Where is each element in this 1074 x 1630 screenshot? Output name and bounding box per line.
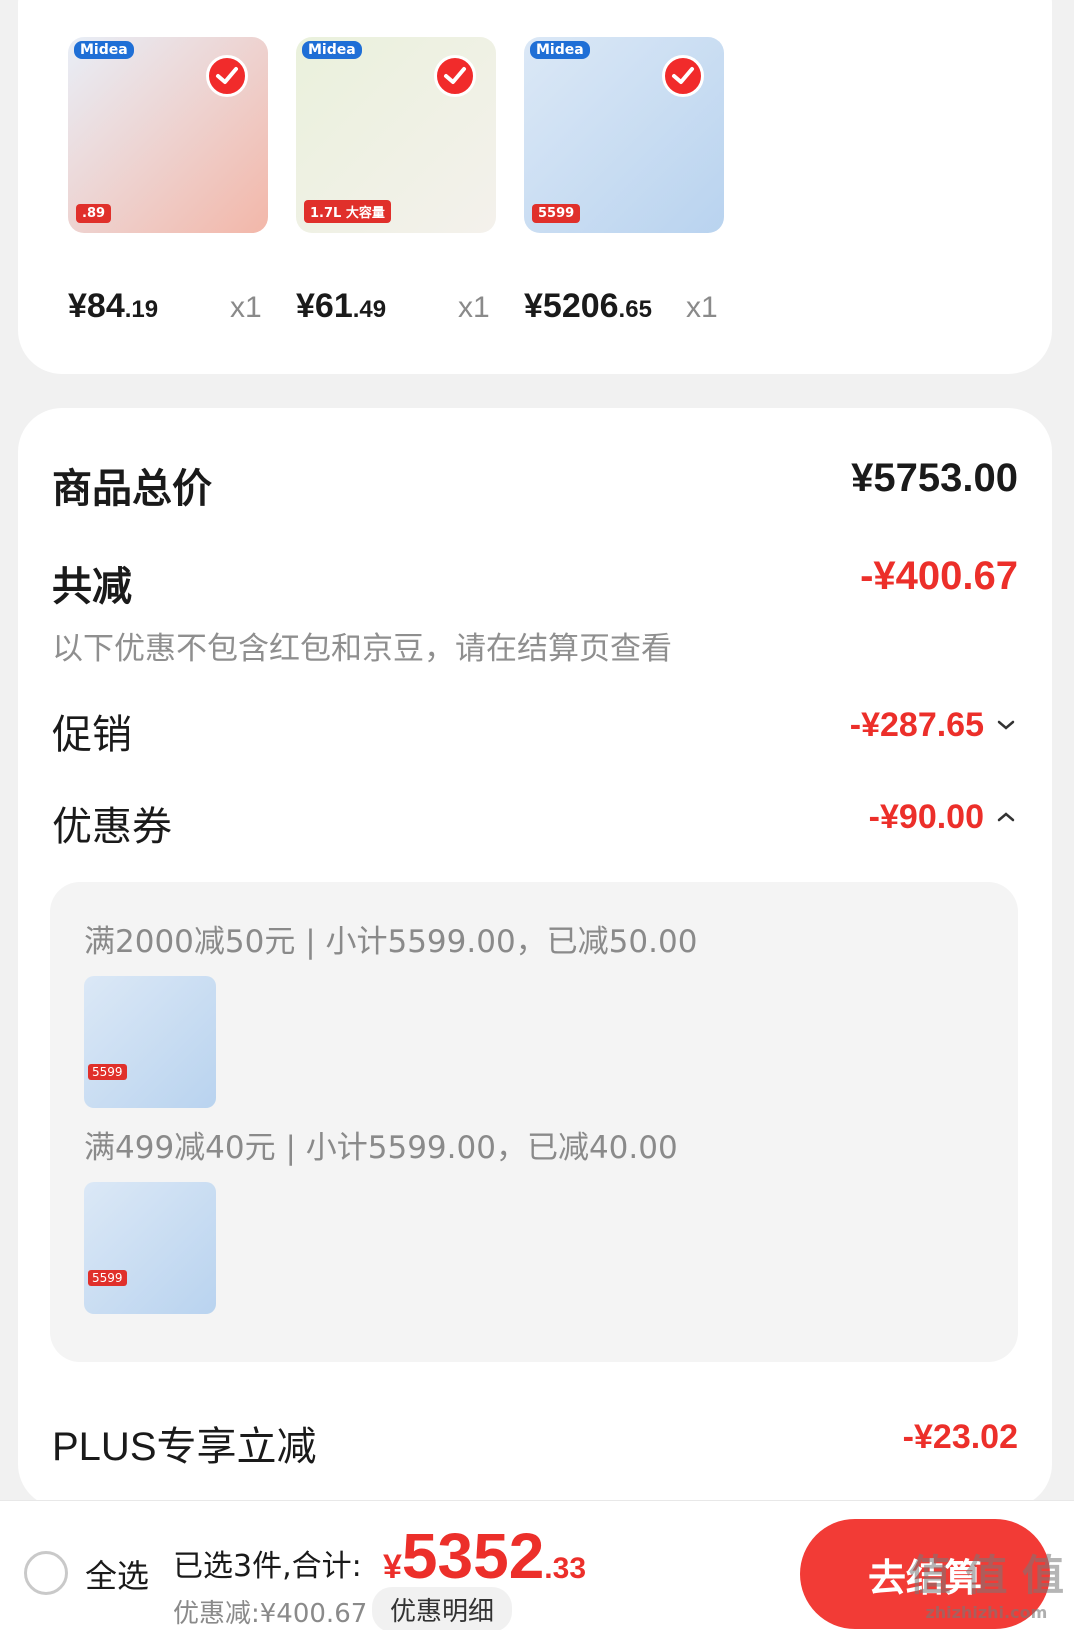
cart-page: Midea .89 ¥84.19 x1 Midea 1.7L 大容量 ¥61.4…	[0, 0, 1074, 1630]
grand-total: ¥5352.33	[383, 1520, 587, 1592]
coupon-row[interactable]: 优惠券 -¥90.00	[52, 794, 1018, 854]
price-row: ¥84.19 x1	[68, 287, 298, 327]
price-summary-card: 商品总价 ¥5753.00 共减 -¥400.67 以下优惠不包含红包和京豆，请…	[18, 408, 1052, 1508]
total-reduce-label: 共减	[52, 564, 132, 610]
coupon-details-box: 满2000减50元 | 小计5599.00，已减50.00 5599 满499减…	[50, 882, 1018, 1362]
selected-count-text: 已选3件,合计:	[173, 1549, 362, 1584]
select-all-checkbox[interactable]	[24, 1551, 68, 1595]
product-price: ¥84.19	[68, 287, 159, 325]
brand-label: Midea	[530, 41, 590, 59]
total-reduce-value: -¥400.67	[860, 554, 1018, 598]
product-item[interactable]: Midea .89 ¥84.19 x1	[68, 37, 268, 325]
product-tag: 1.7L 大容量	[304, 200, 391, 223]
check-icon[interactable]	[434, 55, 476, 97]
product-tag: 5599	[532, 204, 581, 223]
product-tag: 5599	[88, 1270, 127, 1286]
plus-discount-value: -¥23.02	[902, 1418, 1018, 1456]
product-quantity: x1	[686, 291, 718, 324]
product-tag: 5599	[88, 1064, 127, 1080]
checkout-bar: 全选 已选3件,合计: ¥5352.33 优惠减:¥400.67 优惠明细 去结…	[0, 1500, 1074, 1630]
total-price-row: 商品总价 ¥5753.00	[52, 456, 1018, 516]
discount-detail-button[interactable]: 优惠明细	[372, 1587, 513, 1630]
product-price: ¥61.49	[296, 287, 387, 325]
coupon-detail-text: 满499减40元 | 小计5599.00，已减40.00	[84, 1130, 678, 1166]
product-tag: .89	[76, 204, 112, 223]
discount-summary-text: 优惠减:¥400.67	[173, 1599, 368, 1629]
check-icon[interactable]	[662, 55, 704, 97]
coupon-label: 优惠券	[52, 804, 172, 850]
coupon-product-image[interactable]: 5599	[84, 1182, 216, 1314]
total-price-label: 商品总价	[52, 466, 212, 512]
promotion-label: 促销	[52, 712, 132, 758]
chevron-down-icon[interactable]	[994, 710, 1018, 738]
product-item[interactable]: Midea 1.7L 大容量 ¥61.49 x1	[296, 37, 496, 325]
watermark: 值 值 值 zhizhizhi.com	[908, 1551, 1064, 1622]
check-icon[interactable]	[206, 55, 248, 97]
total-reduce-row: 共减 -¥400.67	[52, 554, 1018, 614]
plus-discount-row: PLUS专享立减 -¥23.02	[52, 1414, 1018, 1474]
brand-label: Midea	[302, 41, 362, 59]
coupon-product-image[interactable]: 5599	[84, 976, 216, 1108]
total-price-value: ¥5753.00	[851, 456, 1018, 500]
coupon-detail-text: 满2000减50元 | 小计5599.00，已减50.00	[84, 924, 698, 960]
product-quantity: x1	[458, 291, 490, 324]
coupon-value: -¥90.00	[868, 798, 984, 836]
promotion-row[interactable]: 促销 -¥287.65	[52, 702, 1018, 762]
price-row: ¥61.49 x1	[296, 287, 526, 327]
product-item[interactable]: Midea 5599 ¥5206.65 x1	[524, 37, 724, 325]
product-quantity: x1	[230, 291, 262, 324]
plus-discount-label: PLUS专享立减	[52, 1425, 317, 1469]
product-image[interactable]: Midea .89	[68, 37, 268, 233]
discount-note: 以下优惠不包含红包和京豆，请在结算页查看	[52, 631, 672, 667]
select-all-label[interactable]: 全选	[85, 1551, 149, 1597]
product-image[interactable]: Midea 1.7L 大容量	[296, 37, 496, 233]
brand-label: Midea	[74, 41, 134, 59]
promotion-value: -¥287.65	[849, 706, 984, 744]
price-row: ¥5206.65 x1	[524, 287, 754, 327]
selected-products-card: Midea .89 ¥84.19 x1 Midea 1.7L 大容量 ¥61.4…	[18, 0, 1052, 374]
chevron-up-icon[interactable]	[994, 802, 1018, 830]
product-price: ¥5206.65	[524, 287, 652, 325]
product-image[interactable]: Midea 5599	[524, 37, 724, 233]
